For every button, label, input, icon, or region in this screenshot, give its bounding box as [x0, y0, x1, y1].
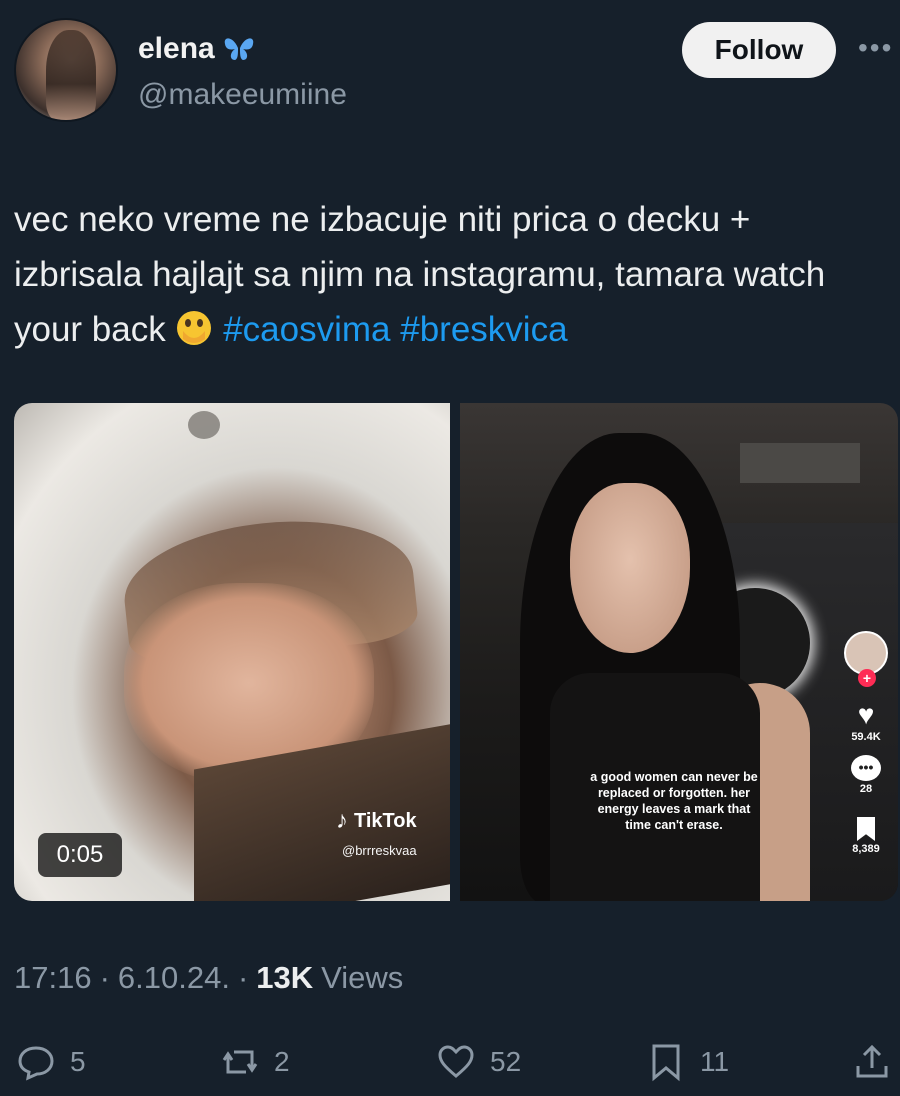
- face-with-open-eyes-and-hand-over-mouth-icon: [175, 308, 213, 346]
- media-grid: 0:05 ♪ TikTok @brrreskvaa a good women c…: [14, 403, 898, 901]
- share-button[interactable]: [852, 1034, 892, 1090]
- tiktok-watermark: ♪ TikTok: [336, 807, 417, 835]
- reply-button[interactable]: 5: [16, 1034, 86, 1090]
- repost-icon: [222, 1050, 258, 1074]
- video-comment-count: 28: [859, 783, 873, 795]
- heart-icon: ♥: [857, 699, 875, 730]
- separator: ·: [237, 960, 249, 995]
- plus-icon: +: [858, 669, 876, 687]
- tweet-header: elena @makeeumiine Follow •••: [0, 0, 900, 140]
- bookmark-outline-icon: [652, 1044, 680, 1082]
- like-count: 52: [490, 1046, 522, 1077]
- views-count: 13K: [256, 960, 314, 995]
- tweet-meta: 17:16 · 6.10.24. · 13K Views: [14, 960, 403, 996]
- views-label: Views: [321, 960, 404, 995]
- repost-count: 2: [274, 1046, 290, 1077]
- tiktok-side-actions: + ♥ 59.4K ••• 28 8,389: [838, 631, 894, 855]
- duration-badge: 0:05: [38, 833, 122, 877]
- like-button[interactable]: 52: [436, 1034, 521, 1090]
- display-name[interactable]: elena: [138, 32, 215, 66]
- video-caption: a good women can never be replaced or fo…: [590, 770, 758, 832]
- more-options-icon[interactable]: •••: [858, 34, 898, 62]
- reply-count: 5: [70, 1046, 86, 1077]
- tiktok-note-icon: ♪: [336, 807, 348, 834]
- name-row: elena: [138, 32, 257, 66]
- reply-icon: [18, 1046, 54, 1081]
- tweet-time[interactable]: 17:16: [14, 960, 92, 996]
- action-bar: 5 2 52 11: [0, 1034, 900, 1090]
- video-left[interactable]: 0:05 ♪ TikTok @brrreskvaa: [14, 403, 450, 901]
- tiktok-username: @brrreskvaa: [342, 843, 417, 858]
- tweet-date[interactable]: 6.10.24.: [118, 960, 230, 996]
- handle[interactable]: @makeeumiine: [138, 78, 347, 112]
- creator-avatar: +: [844, 631, 888, 687]
- hashtag-link[interactable]: #breskvica: [400, 310, 567, 349]
- butterfly-icon: [221, 34, 257, 64]
- bookmark-icon: [857, 817, 875, 841]
- bookmark-count: 11: [700, 1046, 730, 1077]
- video-right[interactable]: a good women can never be replaced or fo…: [460, 403, 898, 901]
- avatar[interactable]: [14, 18, 118, 122]
- comment-bubble-icon: •••: [851, 755, 881, 781]
- tiktok-brand: TikTok: [354, 809, 417, 832]
- follow-button[interactable]: Follow: [682, 22, 836, 78]
- bookmark-button[interactable]: 11: [646, 1034, 729, 1090]
- video-still: [570, 483, 690, 653]
- video-like-count: 59.4K: [851, 731, 881, 743]
- video-save-count: 8,389: [852, 843, 880, 855]
- separator: ·: [99, 960, 110, 995]
- ceiling-light: [188, 411, 220, 439]
- ceiling-light: [740, 443, 860, 483]
- tweet-text: vec neko vreme ne izbacuje niti prica o …: [14, 192, 884, 357]
- heart-outline-icon: [438, 1045, 474, 1078]
- repost-button[interactable]: 2: [220, 1034, 290, 1090]
- share-icon: [856, 1044, 888, 1078]
- hashtag-link[interactable]: #caosvima: [223, 310, 390, 349]
